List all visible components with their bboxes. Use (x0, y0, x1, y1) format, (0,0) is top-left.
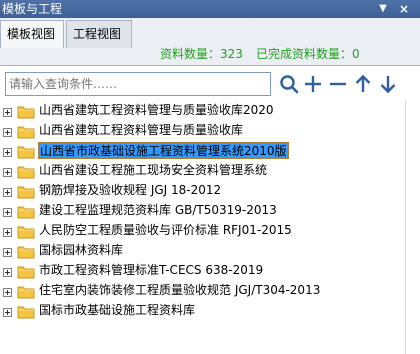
expand-icon[interactable] (3, 188, 12, 197)
tree-item[interactable]: 山西省建筑工程资料管理与质量验收库2020 (0, 101, 405, 121)
arrow-down-icon (380, 76, 396, 94)
search-button[interactable] (278, 73, 300, 95)
expand-icon[interactable] (3, 208, 12, 217)
completed-count: 已完成资料数量：0 (256, 47, 360, 61)
document-count: 资料数量：323 (160, 47, 243, 61)
tree-item-label: 国标园林资料库 (39, 243, 124, 257)
tree-item[interactable]: 山西省建筑工程资料管理与质量验收库 (0, 121, 405, 141)
vertical-scrollbar[interactable] (405, 101, 420, 354)
tree-item[interactable]: 建设工程监理规范资料库 GB/T50319-2013 (0, 201, 405, 221)
folder-icon (17, 206, 35, 219)
search-toolbar (0, 67, 420, 101)
tree-item-label: 住宅室内装饰装修工程质量验收规范 JGJ/T304-2013 (39, 283, 321, 297)
tree-item-label: 人民防空工程质量验收与评价标准 RFJ01-2015 (39, 223, 292, 237)
add-button[interactable] (302, 73, 324, 95)
remove-button[interactable] (327, 73, 349, 95)
expand-icon[interactable] (3, 308, 12, 317)
tree-item-label: 山西省建设工程施工现场安全资料管理系统 (39, 163, 268, 177)
tree-item-selected[interactable]: 山西省市政基础设施工程资料管理系统2010版 (0, 141, 405, 161)
tree-item-label: 山西省建筑工程资料管理与质量验收库 (39, 123, 244, 137)
move-up-button[interactable] (352, 73, 374, 95)
expand-icon[interactable] (3, 128, 12, 137)
search-input[interactable] (5, 72, 271, 96)
tree-item[interactable]: 国标市政基础设施工程资料库 (0, 301, 405, 321)
expand-icon[interactable] (3, 228, 12, 237)
tree-item[interactable]: 市政工程资料管理标准T-CECS 638-2019 (0, 261, 405, 281)
folder-icon (17, 166, 35, 179)
expand-icon[interactable] (3, 168, 12, 177)
tree-item-label: 建设工程监理规范资料库 GB/T50319-2013 (39, 203, 277, 217)
folder-icon (17, 106, 35, 119)
tab-bar: 模板视图 工程视图 资料数量：323 已完成资料数量：0 (0, 18, 420, 66)
minus-icon (330, 82, 346, 86)
tree-item-label: 市政工程资料管理标准T-CECS 638-2019 (39, 263, 264, 277)
expand-icon[interactable] (3, 148, 12, 157)
folder-icon (17, 246, 35, 259)
folder-icon (17, 266, 35, 279)
pin-icon[interactable]: ▼ (376, 0, 390, 18)
folder-icon (17, 126, 35, 139)
search-icon (280, 75, 299, 94)
tree-item[interactable]: 国标园林资料库 (0, 241, 405, 261)
folder-icon (17, 186, 35, 199)
tree-item-label: 钢筋焊接及验收规程 JGJ 18-2012 (39, 183, 222, 197)
expand-icon[interactable] (3, 248, 12, 257)
folder-icon (17, 306, 35, 319)
tree-item-label: 山西省建筑工程资料管理与质量验收库2020 (39, 103, 274, 117)
panel-title: 模板与工程 (2, 2, 63, 16)
tab-template-view[interactable]: 模板视图 (0, 20, 64, 48)
move-down-button[interactable] (377, 73, 399, 95)
tree-item[interactable]: 人民防空工程质量验收与评价标准 RFJ01-2015 (0, 221, 405, 241)
expand-icon[interactable] (3, 108, 12, 117)
tree-item-label: 山西省市政基础设施工程资料管理系统2010版 (38, 142, 289, 159)
tab-project-view[interactable]: 工程视图 (66, 20, 132, 48)
close-icon[interactable]: × (397, 0, 411, 18)
expand-icon[interactable] (3, 268, 12, 277)
panel-titlebar: 模板与工程 ▼ × (0, 0, 420, 18)
expand-icon[interactable] (3, 288, 12, 297)
tree-item[interactable]: 山西省建设工程施工现场安全资料管理系统 (0, 161, 405, 181)
tree-item[interactable]: 住宅室内装饰装修工程质量验收规范 JGJ/T304-2013 (0, 281, 405, 301)
arrow-up-icon (355, 74, 371, 92)
folder-icon (17, 226, 35, 239)
folder-icon (17, 146, 35, 159)
folder-icon (17, 286, 35, 299)
tree-item[interactable]: 钢筋焊接及验收规程 JGJ 18-2012 (0, 181, 405, 201)
template-tree[interactable]: 山西省建筑工程资料管理与质量验收库2020 山西省建筑工程资料管理与质量验收库 … (0, 101, 405, 354)
tree-item-label: 国标市政基础设施工程资料库 (39, 303, 196, 317)
plus-icon (305, 76, 321, 92)
